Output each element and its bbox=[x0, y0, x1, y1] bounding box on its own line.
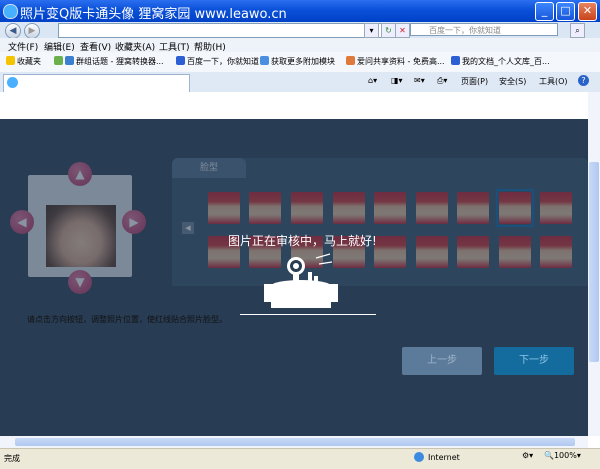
tools-menu[interactable]: 工具(O) bbox=[539, 76, 568, 87]
server-loading-icon bbox=[264, 253, 338, 308]
window-title: 照片变Q版卡通头像 狸窝家园 www.leawo.cn bbox=[20, 7, 287, 22]
previous-step-button[interactable]: 上一步 bbox=[402, 347, 482, 375]
horizontal-scroll-thumb[interactable] bbox=[15, 438, 575, 446]
ie-tab-icon bbox=[7, 77, 18, 88]
vertical-scrollbar[interactable] bbox=[588, 92, 600, 436]
fav-item-5[interactable]: 我的文档_个人文库_百... bbox=[451, 56, 550, 67]
ie-logo-icon bbox=[3, 4, 18, 19]
compat-view-icon[interactable]: ▾ bbox=[364, 23, 379, 38]
tab-current[interactable] bbox=[3, 74, 190, 92]
search-input[interactable]: 百度一下，你就知道 bbox=[410, 23, 558, 36]
page-menu[interactable]: 页面(P) bbox=[461, 76, 488, 87]
iask-icon bbox=[346, 56, 355, 65]
help-icon[interactable]: ? bbox=[578, 75, 589, 86]
loading-message: 图片正在审核中，马上就好! bbox=[228, 234, 377, 248]
feeds-icon[interactable]: ◨▾ bbox=[391, 76, 403, 85]
favorites-button[interactable]: 收藏夹 bbox=[6, 56, 41, 67]
fav-item-2[interactable]: 百度一下，你就知道 bbox=[176, 56, 259, 67]
refresh-icon[interactable]: ↻ bbox=[381, 23, 396, 38]
mail-icon[interactable]: ✉▾ bbox=[414, 76, 425, 85]
home-icon[interactable]: ⌂▾ bbox=[368, 76, 377, 85]
baidu-wenku-icon bbox=[451, 56, 460, 65]
url-input[interactable] bbox=[58, 23, 382, 38]
site-icon bbox=[65, 56, 74, 65]
vertical-scroll-thumb[interactable] bbox=[589, 162, 599, 362]
star-icon bbox=[6, 56, 15, 65]
status-text: 完成 bbox=[4, 454, 20, 463]
print-icon[interactable]: ⎙▾ bbox=[437, 76, 447, 86]
fav-item-1[interactable]: 群组话题 - 狸窝转换器... bbox=[54, 56, 164, 67]
ie-page-icon bbox=[260, 56, 269, 65]
forward-button[interactable]: ▶ bbox=[24, 23, 40, 39]
guide-line bbox=[240, 314, 376, 315]
close-button[interactable]: ✕ bbox=[578, 2, 597, 21]
baidu-icon bbox=[176, 56, 185, 65]
safety-menu[interactable]: 安全(S) bbox=[499, 76, 526, 87]
status-bar bbox=[0, 448, 600, 469]
security-zone: Internet bbox=[428, 453, 460, 462]
internet-zone-icon bbox=[414, 452, 424, 462]
add-favorite-icon bbox=[54, 56, 63, 65]
protected-mode-icon[interactable]: ⚙▾ bbox=[522, 451, 533, 460]
next-step-button[interactable]: 下一步 bbox=[494, 347, 574, 375]
instruction-text: 请点击方向按钮，调整照片位置，使红线贴合照片脸型。 bbox=[27, 315, 227, 324]
minimize-button[interactable]: _ bbox=[535, 2, 554, 21]
maximize-button[interactable]: □ bbox=[556, 2, 575, 21]
fav-item-3[interactable]: 获取更多附加模块 bbox=[260, 56, 335, 67]
fav-item-4[interactable]: 爱问共享资料 - 免费高... bbox=[346, 56, 445, 67]
stop-icon[interactable]: ✕ bbox=[395, 23, 410, 38]
search-icon[interactable]: ⌕ bbox=[570, 23, 585, 38]
horizontal-scrollbar[interactable] bbox=[0, 436, 588, 448]
zoom-control[interactable]: 🔍100%▾ bbox=[544, 451, 581, 460]
back-button[interactable]: ◀ bbox=[5, 23, 21, 39]
